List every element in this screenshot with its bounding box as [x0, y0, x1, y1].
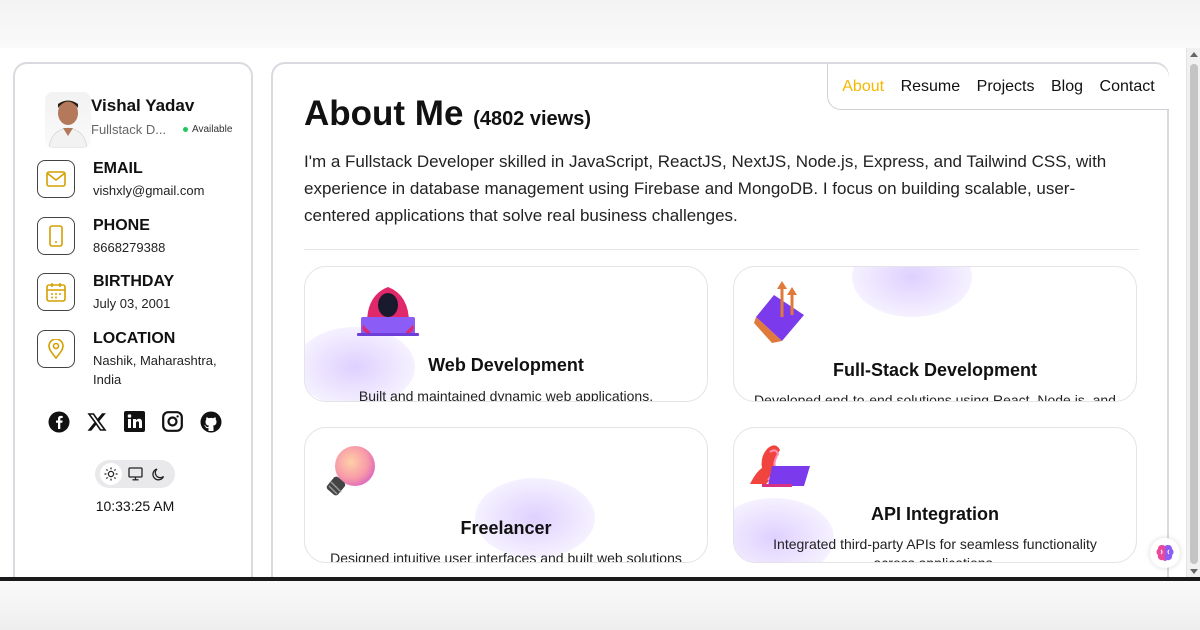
service-card-freelancer: Freelancer Designed intuitive user inter…	[304, 427, 708, 563]
about-paragraph: I'm a Fullstack Developer skilled in Jav…	[304, 152, 1107, 225]
card-description: Built and maintained dynamic web applica…	[358, 388, 654, 402]
social-links	[47, 410, 222, 433]
page-viewport: Vishal Yadav Fullstack D... Available EM…	[0, 48, 1186, 578]
github-icon[interactable]	[199, 410, 222, 433]
scroll-up-arrow-icon[interactable]	[1190, 52, 1198, 57]
contact-label: LOCATION	[93, 330, 176, 347]
nav-about[interactable]: About	[842, 78, 884, 96]
avatar	[45, 92, 91, 148]
top-nav: About Resume Projects Blog Contact	[827, 64, 1169, 110]
sun-icon[interactable]	[100, 463, 122, 485]
card-title: Freelancer	[460, 518, 552, 538]
x-icon[interactable]	[85, 410, 108, 433]
vertical-scrollbar[interactable]	[1186, 48, 1200, 578]
nav-resume[interactable]: Resume	[901, 78, 961, 96]
blurred-top-area	[0, 0, 1200, 48]
nav-contact[interactable]: Contact	[1100, 78, 1155, 96]
growth-chart-icon	[752, 281, 808, 348]
profile-role: Fullstack D...	[91, 122, 167, 137]
status-badge: Available	[183, 124, 232, 135]
card-title: API Integration	[870, 504, 999, 524]
page-title: About Me (4802 views)	[304, 94, 591, 134]
scroll-down-arrow-icon[interactable]	[1190, 569, 1198, 574]
service-card-full-stack-development: Full-Stack Development Developed end-to-…	[733, 266, 1137, 402]
card-title: Web Development	[428, 355, 584, 375]
status-dot-icon	[183, 127, 188, 132]
card-title: Full-Stack Development	[832, 360, 1038, 380]
contact-label: EMAIL	[93, 160, 143, 177]
page-heading: About Me	[304, 94, 464, 133]
developer-laptop-icon	[748, 442, 810, 493]
divider	[304, 249, 1139, 250]
clock: 10:33:25 AM	[95, 498, 175, 514]
hacker-laptop-icon	[357, 281, 419, 342]
card-glow	[852, 267, 972, 317]
scroll-thumb[interactable]	[1190, 64, 1198, 564]
nav-projects[interactable]: Projects	[977, 78, 1035, 96]
view-count: (4802 views)	[473, 108, 592, 130]
location-pin-icon	[37, 330, 75, 368]
monitor-icon[interactable]	[124, 463, 146, 485]
profile-sidebar: Vishal Yadav Fullstack D... Available EM…	[13, 62, 253, 578]
service-card-api-integration: API Integration Integrated third-party A…	[733, 427, 1137, 563]
service-card-web-development: Web Development Built and maintained dyn…	[304, 266, 708, 402]
facebook-icon[interactable]	[47, 410, 70, 433]
contact-value: July 03, 2001	[93, 296, 171, 311]
contact-value[interactable]: vishxly@gmail.com	[93, 181, 243, 200]
contact-value: Nashik, Maharashtra, India	[93, 353, 217, 387]
mail-icon	[37, 160, 75, 198]
linkedin-icon[interactable]	[123, 410, 146, 433]
blurred-bottom-area	[0, 581, 1200, 630]
instagram-icon[interactable]	[161, 410, 184, 433]
theme-switcher	[95, 460, 175, 488]
brain-icon[interactable]	[1150, 538, 1180, 568]
calendar-icon	[37, 273, 75, 311]
phone-icon	[37, 217, 75, 255]
main-panel: About Resume Projects Blog Contact About…	[271, 62, 1169, 578]
profile-name: Vishal Yadav	[91, 96, 195, 115]
status-text: Available	[192, 124, 233, 135]
nav-blog[interactable]: Blog	[1051, 78, 1083, 96]
contact-label: PHONE	[93, 217, 150, 234]
card-description: Developed end-to-end solutions using Rea…	[754, 392, 1116, 402]
contact-value[interactable]: 8668279388	[93, 238, 243, 257]
light-bulb-icon	[323, 444, 377, 505]
contact-label: BIRTHDAY	[93, 273, 175, 290]
card-description: Designed intuitive user interfaces and b…	[330, 550, 682, 563]
card-description: Integrated third-party APIs for seamless…	[773, 536, 1097, 563]
moon-icon[interactable]	[148, 463, 170, 485]
